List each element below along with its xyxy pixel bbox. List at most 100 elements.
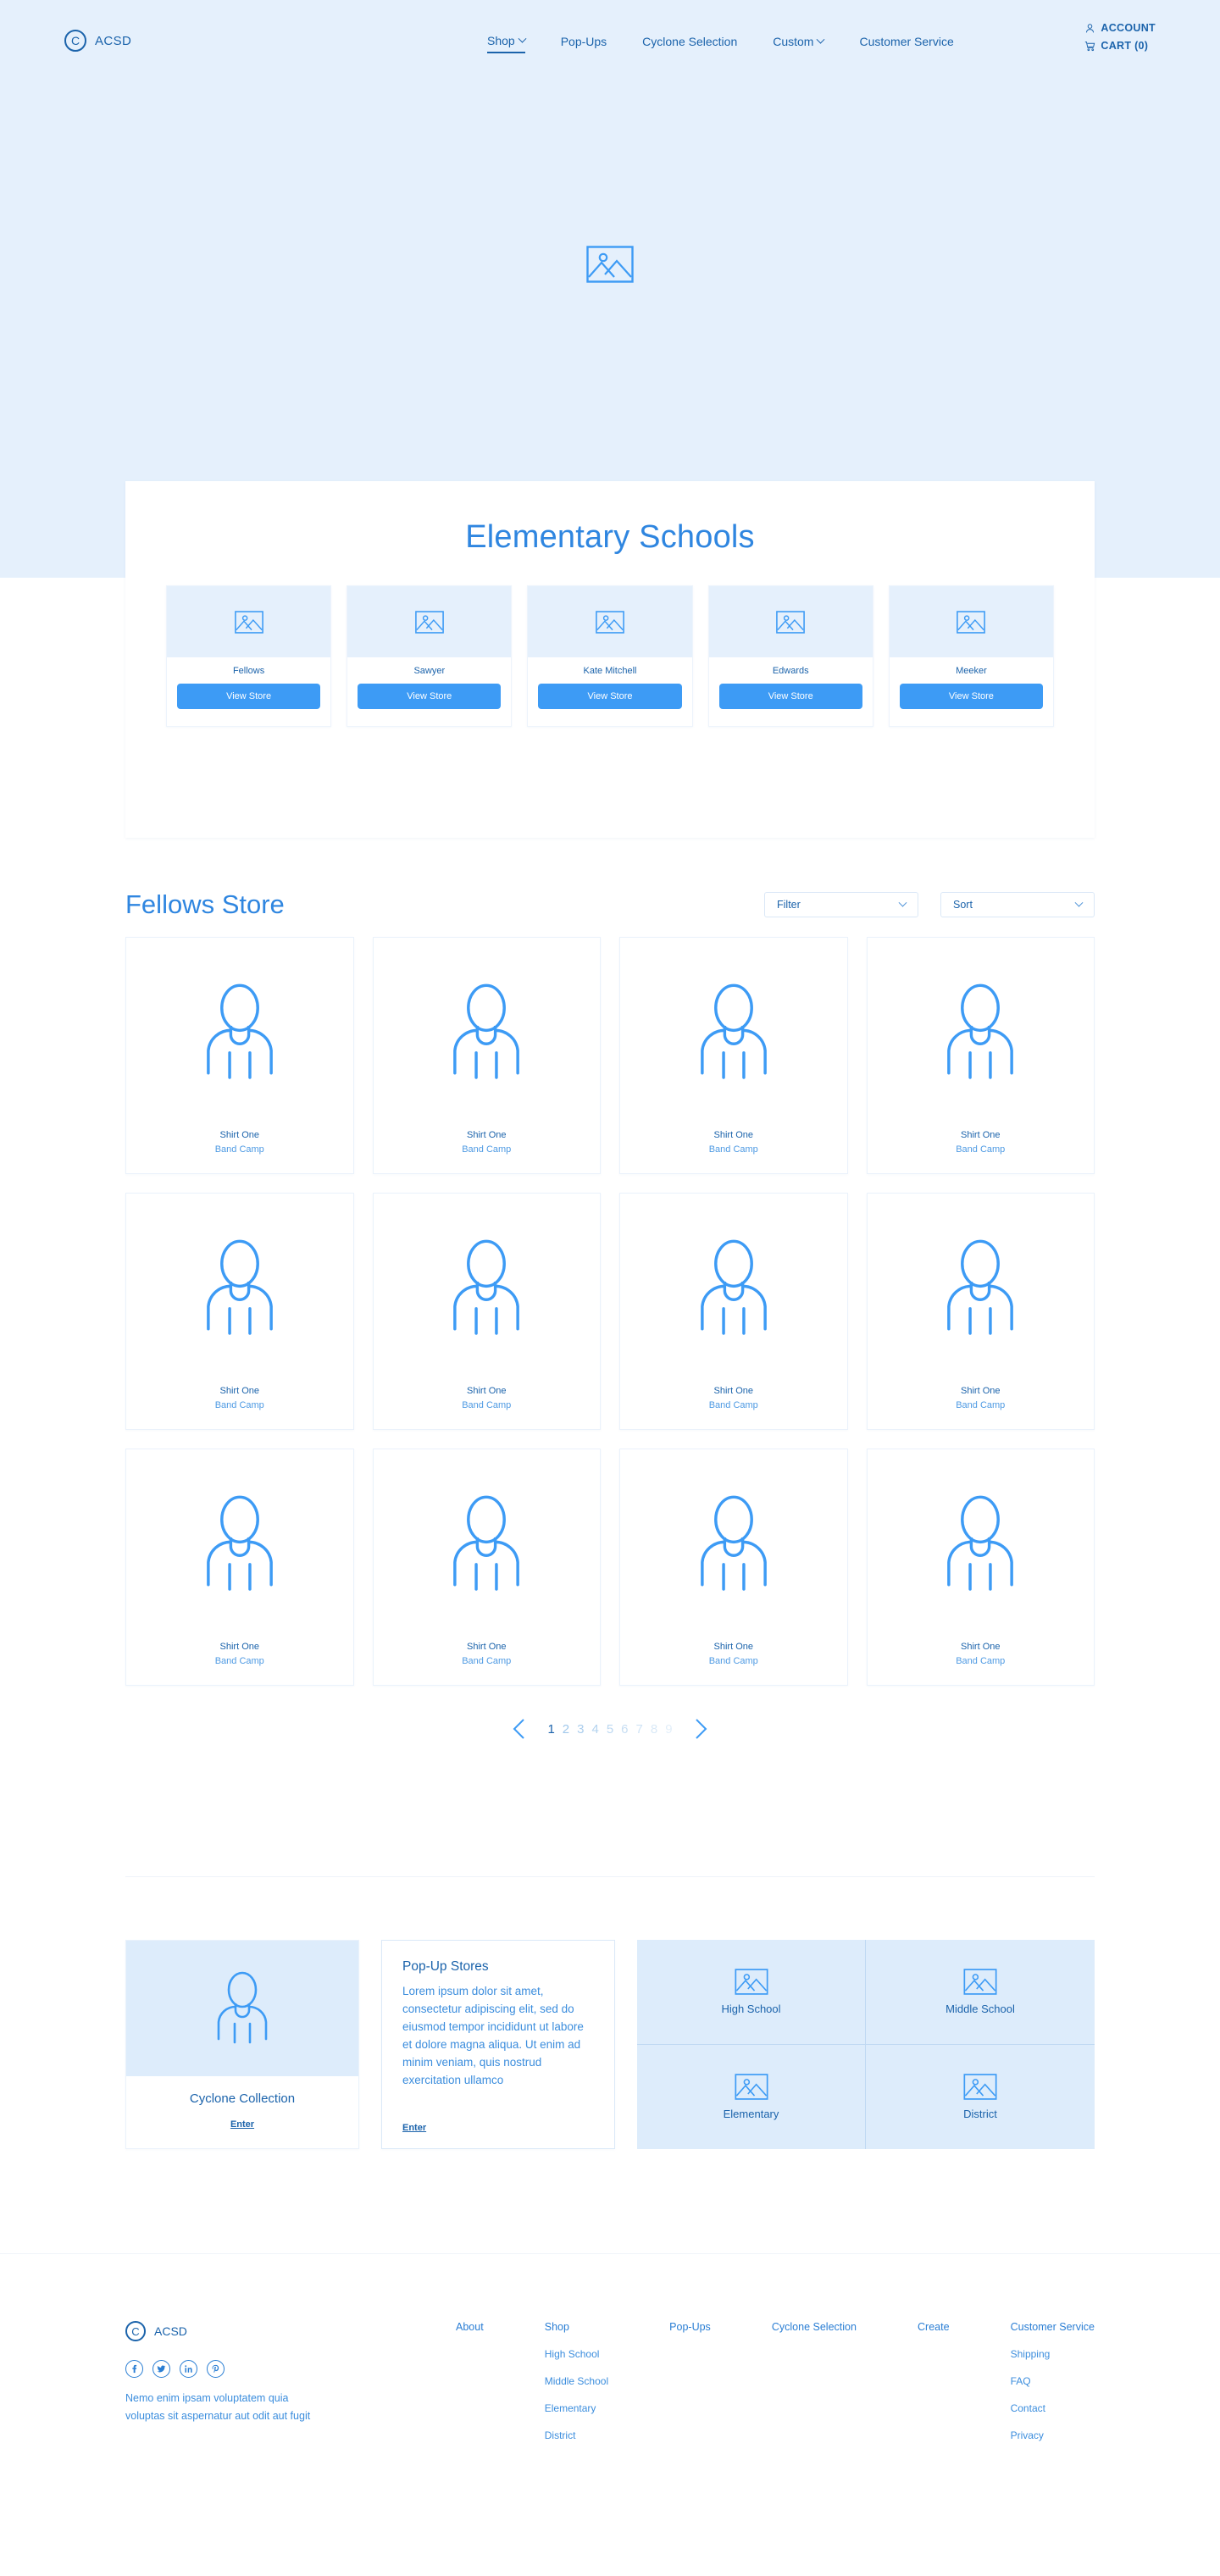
- product-figure: [446, 1449, 527, 1638]
- store-title: Fellows Store: [125, 889, 285, 919]
- brand-mark-icon: C: [125, 2321, 146, 2341]
- quad-middle-school[interactable]: Middle School: [866, 1940, 1095, 2045]
- category-quad-grid: High School Middle School Elementary Distri…: [637, 1940, 1095, 2149]
- pinterest-icon[interactable]: [207, 2360, 225, 2378]
- brand-mark-icon: C: [64, 30, 86, 52]
- pagination-page-2[interactable]: 2: [563, 1722, 569, 1737]
- product-subtitle: Band Camp: [708, 1144, 758, 1155]
- footer-brand[interactable]: C ACSD: [125, 2321, 380, 2341]
- pagination-page-8[interactable]: 8: [651, 1722, 657, 1737]
- product-name: Shirt One: [219, 1386, 259, 1396]
- popup-enter-link[interactable]: Enter: [402, 2123, 594, 2133]
- collection-body: Cyclone Collection Enter: [126, 2076, 358, 2148]
- footer-link[interactable]: Elementary: [545, 2402, 608, 2414]
- product-card[interactable]: Shirt One Band Camp: [619, 1193, 848, 1430]
- product-card[interactable]: Shirt One Band Camp: [372, 937, 601, 1174]
- product-card[interactable]: Shirt One Band Camp: [372, 1449, 601, 1686]
- product-card[interactable]: Shirt One Band Camp: [866, 1193, 1095, 1430]
- shirt-person-icon: [206, 1239, 273, 1335]
- product-name: Shirt One: [961, 1386, 1001, 1396]
- school-thumb: [167, 586, 331, 657]
- product-subtitle: Band Camp: [214, 1400, 264, 1410]
- bottom-feature-row: Cyclone Collection Enter Pop-Up Stores L…: [125, 1940, 1095, 2149]
- collection-thumb: [126, 1941, 358, 2076]
- view-store-button[interactable]: View Store: [177, 684, 321, 709]
- image-placeholder-icon: [734, 1968, 768, 1995]
- shirt-person-icon: [700, 1495, 767, 1591]
- pagination-page-9[interactable]: 9: [665, 1722, 672, 1737]
- facebook-icon[interactable]: [125, 2360, 143, 2378]
- footer-column-pop-ups: Pop-Ups: [669, 2321, 711, 2441]
- pagination: 123456789: [0, 1718, 1220, 1740]
- twitter-icon[interactable]: [152, 2360, 170, 2378]
- product-subtitle: Band Camp: [214, 1144, 264, 1155]
- view-store-button[interactable]: View Store: [718, 684, 862, 709]
- product-card[interactable]: Shirt One Band Camp: [125, 1193, 354, 1430]
- product-card[interactable]: Shirt One Band Camp: [125, 1449, 354, 1686]
- pagination-page-4[interactable]: 4: [591, 1722, 598, 1737]
- pagination-prev[interactable]: [500, 1718, 539, 1740]
- shirt-person-icon: [217, 1971, 268, 2044]
- footer-brand-name: ACSD: [154, 2324, 187, 2338]
- school-name: Kate Mitchell: [583, 666, 637, 676]
- footer-column-head[interactable]: Create: [918, 2321, 950, 2333]
- pagination-page-5[interactable]: 5: [607, 1722, 613, 1737]
- footer-link[interactable]: Shipping: [1011, 2348, 1095, 2360]
- site-footer: C ACSD Nemo enim ipsam voluptatem quia v…: [0, 2321, 1220, 2441]
- footer-column-head[interactable]: Cyclone Selection: [772, 2321, 857, 2333]
- image-placeholder-icon: [596, 610, 624, 634]
- store-section: Fellows Store Filter Sort Shirt One Band …: [0, 881, 1220, 1740]
- product-figure: [199, 1449, 280, 1638]
- shirt-person-icon: [453, 1239, 520, 1335]
- image-placeholder-icon: [586, 246, 634, 283]
- pagination-next[interactable]: [681, 1718, 720, 1740]
- footer-column-head[interactable]: Customer Service: [1011, 2321, 1095, 2333]
- pagination-page-6[interactable]: 6: [621, 1722, 628, 1737]
- footer-link[interactable]: FAQ: [1011, 2375, 1095, 2387]
- filter-label: Filter: [777, 899, 801, 911]
- product-card[interactable]: Shirt One Band Camp: [866, 1449, 1095, 1686]
- footer-link[interactable]: District: [545, 2429, 608, 2441]
- store-header: Fellows Store Filter Sort: [0, 881, 1220, 928]
- footer-link[interactable]: High School: [545, 2348, 608, 2360]
- quad-label: Middle School: [946, 2002, 1015, 2015]
- footer-link[interactable]: Contact: [1011, 2402, 1095, 2414]
- product-card[interactable]: Shirt One Band Camp: [372, 1193, 601, 1430]
- product-card[interactable]: Shirt One Band Camp: [866, 937, 1095, 1174]
- school-card: Sawyer View Store: [347, 585, 513, 727]
- product-figure: [199, 1194, 280, 1382]
- footer-column-head[interactable]: About: [456, 2321, 484, 2333]
- view-store-button[interactable]: View Store: [358, 684, 502, 709]
- product-card[interactable]: Shirt One Band Camp: [125, 937, 354, 1174]
- pagination-page-7[interactable]: 7: [636, 1722, 643, 1737]
- quad-district[interactable]: District: [866, 2045, 1095, 2150]
- pagination-page-3[interactable]: 3: [577, 1722, 584, 1737]
- pinterest-icon: [212, 2364, 219, 2374]
- footer-left: C ACSD Nemo enim ipsam voluptatem quia v…: [125, 2321, 380, 2424]
- view-store-button[interactable]: View Store: [538, 684, 682, 709]
- cyclone-collection-card[interactable]: Cyclone Collection Enter: [125, 1940, 359, 2149]
- linkedin-icon[interactable]: [180, 2360, 197, 2378]
- footer-separator: [0, 2253, 1220, 2254]
- product-card[interactable]: Shirt One Band Camp: [619, 1449, 848, 1686]
- school-body: Edwards View Store: [709, 657, 873, 726]
- sort-dropdown[interactable]: Sort: [940, 892, 1095, 917]
- filter-dropdown[interactable]: Filter: [764, 892, 918, 917]
- pagination-numbers: 123456789: [547, 1722, 672, 1737]
- brand-logo[interactable]: C ACSD: [64, 30, 131, 52]
- school-card: Kate Mitchell View Store: [527, 585, 693, 727]
- footer-column-head[interactable]: Shop: [545, 2321, 608, 2333]
- collection-enter-link[interactable]: Enter: [230, 2119, 254, 2130]
- product-subtitle: Band Camp: [214, 1656, 264, 1666]
- product-name: Shirt One: [467, 1642, 507, 1652]
- footer-link[interactable]: Middle School: [545, 2375, 608, 2387]
- product-figure: [693, 1194, 774, 1382]
- pagination-page-1[interactable]: 1: [547, 1722, 554, 1737]
- quad-elementary[interactable]: Elementary: [637, 2044, 866, 2149]
- quad-high-school[interactable]: High School: [637, 1940, 866, 2045]
- product-card[interactable]: Shirt One Band Camp: [619, 937, 848, 1174]
- view-store-button[interactable]: View Store: [899, 684, 1044, 709]
- twitter-icon: [157, 2365, 166, 2373]
- footer-column-head[interactable]: Pop-Ups: [669, 2321, 711, 2333]
- footer-link[interactable]: Privacy: [1011, 2429, 1095, 2441]
